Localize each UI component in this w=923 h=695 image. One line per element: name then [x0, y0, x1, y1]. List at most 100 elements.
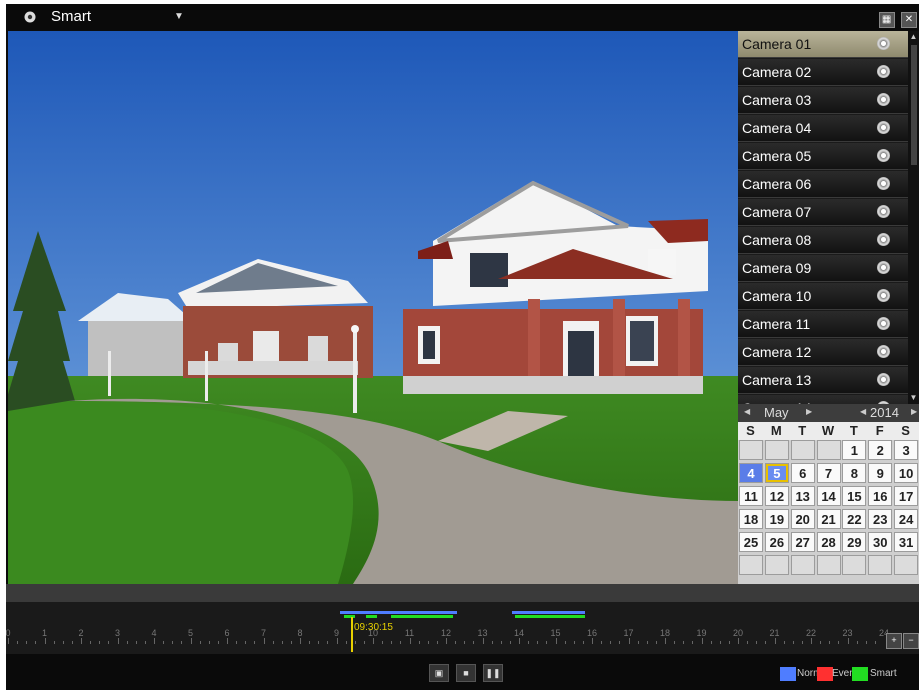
camera-list-item[interactable]: Camera 03 — [738, 87, 919, 114]
time-ruler[interactable]: 0 1 2 3 4 5 6 7 8 9 10 11 12 13 14 15 16 17 18 19 20 21 22 23 24 — [6, 624, 889, 646]
calendar-day[interactable]: 10 — [894, 463, 919, 483]
camera-list-scrollbar[interactable]: ▲ ▼ — [908, 31, 919, 404]
calendar-day[interactable]: 11 — [739, 486, 763, 506]
hour-label: 16 — [586, 628, 598, 638]
calendar-day[interactable]: 17 — [894, 486, 919, 506]
zoom-in-button[interactable]: + — [886, 633, 902, 649]
calendar-day[interactable]: 14 — [816, 486, 841, 506]
top-bar: Smart ▼ ▦ ✕ — [6, 4, 919, 30]
calendar-day[interactable]: 9 — [868, 463, 893, 483]
grid-icon[interactable]: ▦ — [878, 12, 895, 28]
ruler-tick — [154, 638, 155, 644]
ruler-tick — [491, 641, 493, 644]
scroll-down-icon[interactable]: ▼ — [909, 393, 918, 403]
camera-list-item[interactable]: Camera 13 — [738, 367, 919, 394]
calendar-day[interactable]: 12 — [764, 486, 789, 506]
calendar-empty-cell — [842, 555, 867, 575]
play-circle-icon[interactable] — [877, 177, 890, 190]
calendar-day[interactable]: 21 — [816, 509, 841, 529]
time-cursor[interactable] — [351, 617, 353, 652]
play-circle-icon[interactable] — [877, 65, 890, 78]
calendar-day[interactable]: 18 — [739, 509, 763, 529]
divider-bar — [6, 584, 919, 602]
play-circle-icon[interactable] — [877, 149, 890, 162]
calendar-day[interactable]: 25 — [739, 532, 763, 552]
calendar-day[interactable]: 22 — [842, 509, 867, 529]
calendar-day[interactable]: 3 — [894, 440, 919, 460]
chevron-down-icon[interactable]: ▼ — [174, 11, 184, 22]
calendar-day[interactable]: 23 — [868, 509, 893, 529]
pause-icon[interactable]: ❚❚ — [483, 664, 503, 682]
play-circle-icon[interactable] — [877, 233, 890, 246]
ruler-tick — [765, 641, 767, 644]
ruler-tick — [354, 641, 356, 644]
prev-month-icon[interactable]: ◀ — [744, 407, 750, 416]
calendar-day[interactable]: 6 — [790, 463, 815, 483]
calendar-day[interactable]: 1 — [842, 440, 867, 460]
calendar-day[interactable]: 15 — [842, 486, 867, 506]
ruler-tick — [263, 638, 265, 644]
calendar-day[interactable]: 24 — [894, 509, 919, 529]
camera-list-item[interactable]: Camera 09 — [738, 255, 919, 282]
ruler-tick — [309, 641, 311, 644]
play-circle-icon[interactable] — [877, 37, 890, 50]
calendar-day[interactable]: 26 — [764, 532, 789, 552]
camera-list-item[interactable]: Camera 10 — [738, 283, 919, 310]
camera-list-item[interactable]: Camera 12 — [738, 339, 919, 366]
scroll-thumb[interactable] — [911, 45, 917, 165]
camera-list-item[interactable]: Camera 14 — [738, 395, 919, 404]
zoom-out-button[interactable]: − — [903, 633, 919, 649]
calendar-day[interactable]: 7 — [816, 463, 841, 483]
ruler-tick — [692, 641, 694, 644]
timeline[interactable]: 0 1 2 3 4 5 6 7 8 9 10 11 12 13 14 15 16 17 18 19 20 21 22 23 24… — [6, 602, 919, 654]
hour-label: 0 — [6, 628, 11, 638]
weekday-label: S — [746, 423, 755, 438]
hour-label: 6 — [224, 628, 230, 638]
calendar-day[interactable]: 19 — [764, 509, 789, 529]
play-circle-icon[interactable] — [877, 373, 890, 386]
camera-list-item[interactable]: Camera 02 — [738, 59, 919, 86]
calendar-day[interactable]: 5 — [764, 463, 789, 483]
scroll-up-icon[interactable]: ▲ — [909, 32, 918, 42]
calendar-day[interactable]: 4 — [739, 463, 763, 483]
calendar-empty-cell — [764, 555, 789, 575]
camera-list-item[interactable]: Camera 11 — [738, 311, 919, 338]
close-icon[interactable]: ✕ — [901, 12, 917, 28]
playback-mode-label[interactable]: Smart — [51, 8, 91, 25]
play-circle-icon[interactable] — [877, 121, 890, 134]
calendar-day[interactable]: 13 — [790, 486, 815, 506]
play-circle-icon[interactable] — [877, 317, 890, 330]
prev-year-icon[interactable]: ◀ — [860, 407, 866, 416]
camera-list-item[interactable]: Camera 08 — [738, 227, 919, 254]
ruler-tick — [537, 641, 539, 644]
play-circle-icon[interactable] — [877, 345, 890, 358]
calendar-day[interactable]: 28 — [816, 532, 841, 552]
image-icon[interactable]: ▣ — [429, 664, 449, 682]
camera-list-item[interactable]: Camera 04 — [738, 115, 919, 142]
calendar-day[interactable]: 16 — [868, 486, 893, 506]
next-year-icon[interactable]: ▶ — [911, 407, 917, 416]
hour-label: 19 — [696, 628, 707, 638]
calendar-day[interactable]: 2 — [868, 440, 893, 460]
ruler-tick — [573, 641, 575, 644]
camera-list-item[interactable]: Camera 07 — [738, 199, 919, 226]
camera-list-item[interactable]: Camera 01 — [738, 31, 919, 58]
stop-icon[interactable]: ■ — [456, 664, 476, 682]
ruler-tick — [756, 641, 758, 644]
play-circle-icon[interactable] — [877, 205, 890, 218]
calendar-day[interactable]: 29 — [842, 532, 867, 552]
calendar-day[interactable]: 8 — [842, 463, 867, 483]
camera-list-item[interactable]: Camera 05 — [738, 143, 919, 170]
weekday-label: W — [821, 423, 835, 438]
ruler-tick — [409, 638, 411, 644]
next-month-icon[interactable]: ▶ — [806, 407, 812, 416]
camera-list-item[interactable]: Camera 06 — [738, 171, 919, 198]
calendar-day[interactable]: 30 — [868, 532, 893, 552]
calendar-day[interactable]: 27 — [790, 532, 815, 552]
ruler-tick — [811, 638, 812, 644]
calendar-day[interactable]: 31 — [894, 532, 919, 552]
play-circle-icon[interactable] — [877, 289, 890, 302]
calendar-day[interactable]: 20 — [790, 509, 815, 529]
play-circle-icon[interactable] — [877, 93, 890, 106]
play-circle-icon[interactable] — [877, 261, 890, 274]
